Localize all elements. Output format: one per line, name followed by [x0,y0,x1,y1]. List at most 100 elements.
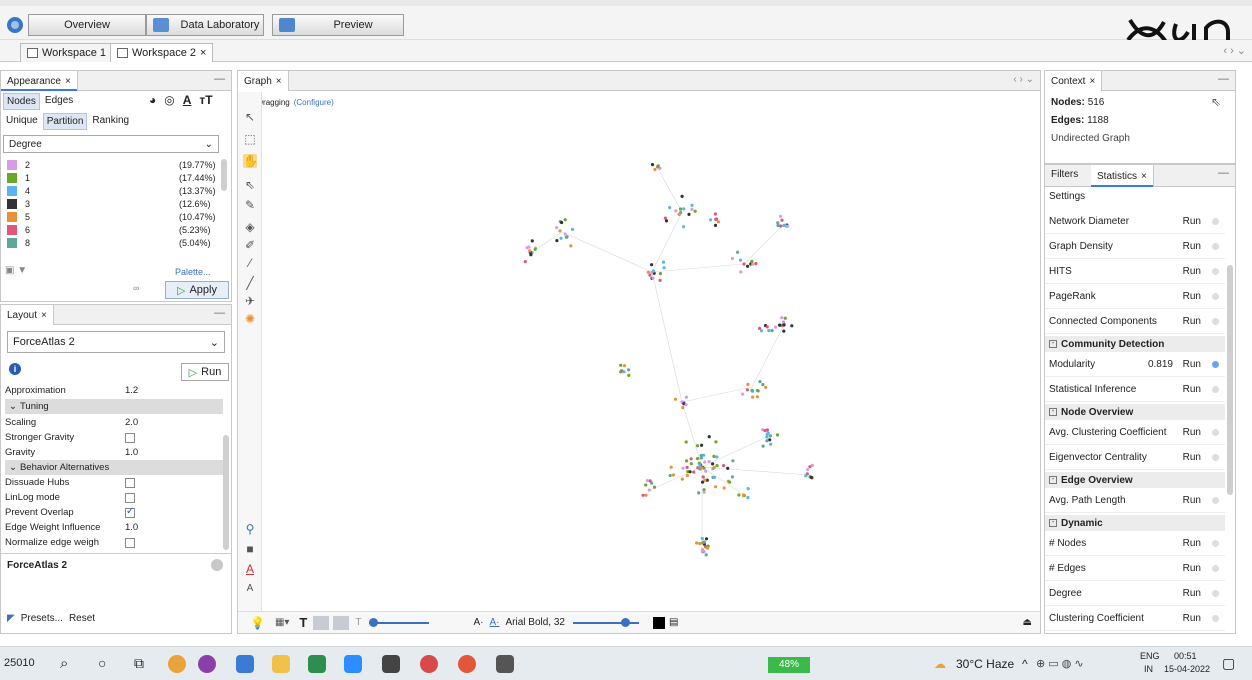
report-icon[interactable] [1212,386,1219,393]
partition-tab[interactable]: Partition [42,113,88,130]
graph-node[interactable] [663,216,667,220]
data-laboratory-button[interactable]: Data Laboratory [146,14,264,36]
edge-pencil-icon[interactable]: ✐ [243,238,257,252]
app-icon-purple[interactable] [198,655,216,673]
graph-node[interactable] [746,382,750,386]
report-icon[interactable] [1212,590,1219,597]
graph-node[interactable] [571,227,575,231]
graph-node[interactable] [739,270,743,274]
graph-node[interactable] [689,462,693,466]
graph-node[interactable] [703,478,707,482]
property-value[interactable]: 1.0 [125,447,138,458]
report-icon[interactable] [1212,615,1219,622]
graph-node[interactable] [646,270,650,274]
label-color-swatch[interactable] [652,616,665,629]
graph-node[interactable] [620,369,624,373]
legend-item[interactable]: 2 (19.77%) [7,159,217,171]
graph-node[interactable] [527,245,531,249]
expand-icon[interactable]: ⏏ [1023,617,1032,628]
drag-icon[interactable]: ✋ [243,154,258,168]
graph-node[interactable] [783,316,787,320]
community-detection-group[interactable]: - Community Detection [1045,336,1225,352]
graph-node[interactable] [560,220,564,225]
notification-icon[interactable]: ▢ [1222,655,1235,672]
graph-node[interactable] [701,475,705,479]
normalize-checkbox[interactable] [125,537,135,548]
graph-node[interactable] [684,440,688,444]
graph-node[interactable] [769,442,773,446]
graph-node[interactable] [768,434,773,438]
query-icon[interactable]: ⇖ [243,178,257,192]
graph-node[interactable] [761,444,765,448]
graph-node[interactable] [645,479,649,483]
graph-node[interactable] [809,475,814,479]
graph-node[interactable] [765,432,769,437]
graph-node[interactable] [664,219,669,223]
graph-node[interactable] [619,363,623,367]
legend-item[interactable]: 3 (12.6%) [7,198,217,210]
graph-node[interactable] [644,493,648,497]
graph-node[interactable] [569,244,573,248]
graph-node[interactable] [685,465,689,469]
close-icon[interactable]: × [1141,171,1147,182]
run-button[interactable]: Run [1183,613,1201,624]
graph-node[interactable] [754,262,758,266]
minimize-icon[interactable]: — [1218,73,1229,85]
diamond-icon[interactable]: ◈ [243,220,257,234]
graph-node[interactable] [722,486,726,490]
edges-tab[interactable]: Edges [42,93,76,110]
graph-node[interactable] [746,264,750,268]
graph-node[interactable] [695,457,700,461]
lightbulb-icon[interactable]: 💡 [250,616,265,630]
network-graph[interactable] [262,92,1040,612]
graph-node[interactable] [563,232,567,236]
graph-node[interactable] [707,435,711,439]
graph-node[interactable] [682,225,686,229]
approximation-row[interactable]: Approximation 1.2 [5,383,223,398]
tab-statistics[interactable]: Statistics × [1091,165,1154,187]
language-top[interactable]: ENG [1140,651,1160,661]
property-value[interactable]: 1.0 [125,522,138,533]
help-icon[interactable] [211,559,223,571]
graph-node[interactable] [781,320,786,324]
font-size-slider[interactable] [572,617,639,627]
graph-node[interactable] [647,488,651,492]
graph-node[interactable] [714,217,718,221]
graph-node[interactable] [678,207,683,211]
legend-item[interactable]: 5 (10.47%) [7,211,217,223]
graph-node[interactable] [682,207,686,211]
graph-node[interactable] [761,383,765,387]
close-icon[interactable]: × [1089,76,1095,87]
graph-node[interactable] [622,364,627,368]
terminal-icon[interactable] [382,655,400,673]
graph-node[interactable] [785,225,789,229]
color-swatch[interactable] [7,160,17,170]
graph-node[interactable] [690,207,694,211]
graph-node[interactable] [765,325,769,329]
normalize-row[interactable]: Normalize edge weigh [5,535,223,550]
graph-node[interactable] [563,218,567,222]
ranking-tab[interactable]: Ranking [89,113,132,130]
graph-node[interactable] [695,444,700,448]
graph-node[interactable] [658,278,662,282]
gravity-row[interactable]: Gravity 1.0 [5,445,223,460]
collapse-icon[interactable]: - [1049,408,1057,416]
graph-node[interactable] [737,493,741,497]
graph-node[interactable] [693,209,697,213]
graph-node[interactable] [702,490,706,494]
report-icon[interactable] [1212,361,1219,368]
label-size-icon[interactable]: ᴛT [199,93,212,107]
graph-node[interactable] [704,469,708,473]
report-icon[interactable] [1212,454,1219,461]
link-icon[interactable]: ∞ [133,283,139,293]
font-size-down-icon[interactable]: A· [473,617,483,628]
graph-node[interactable] [644,483,648,487]
graph-node[interactable] [776,223,780,228]
graph-node[interactable] [677,212,681,216]
run-button[interactable]: Run [1183,427,1201,438]
partition-attribute-dropdown[interactable]: Degree ⌄ [3,135,219,153]
nodes-tab[interactable]: Nodes [3,93,40,110]
collapse-icon[interactable]: - [1049,340,1057,348]
graph-node[interactable] [684,395,688,399]
tray-chevron-icon[interactable]: ^ [1022,657,1028,671]
